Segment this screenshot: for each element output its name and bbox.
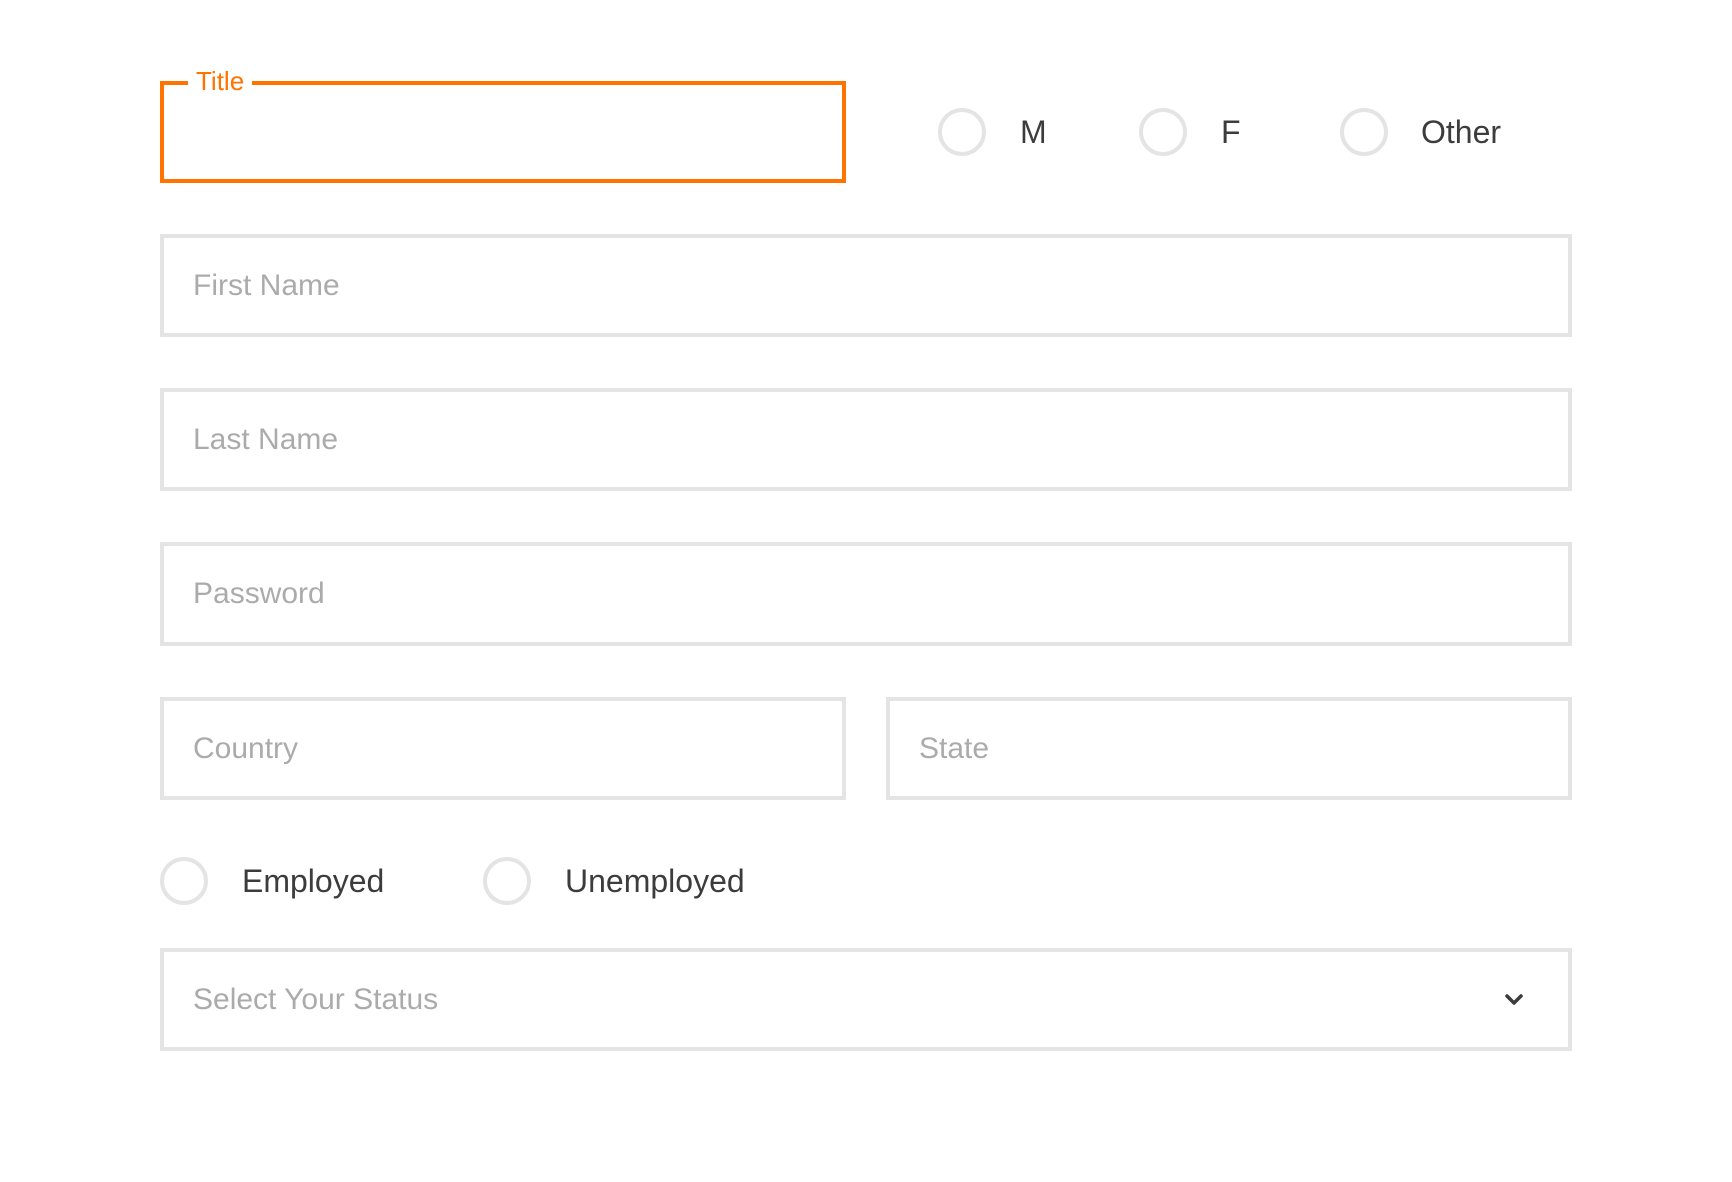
radio-employed[interactable]: Employed [160,857,384,905]
password-field[interactable] [160,542,1572,646]
radio-label: M [1020,113,1047,150]
last-name-field[interactable] [160,388,1572,491]
first-name-field[interactable] [160,234,1572,337]
title-input[interactable] [164,85,842,179]
first-name-input[interactable] [164,238,1568,333]
radio-gender-m[interactable]: M [938,108,1047,156]
state-field[interactable] [886,697,1572,800]
password-input[interactable] [164,546,1568,642]
radio-unemployed[interactable]: Unemployed [483,857,745,905]
chevron-down-icon[interactable] [1504,990,1524,1010]
status-select[interactable]: Select Your Status [160,948,1572,1051]
last-name-input[interactable] [164,392,1568,487]
radio-circle-icon[interactable] [1340,108,1388,156]
radio-label: Employed [242,862,385,899]
radio-gender-other[interactable]: Other [1340,108,1501,156]
status-select-placeholder: Select Your Status [193,983,439,1016]
country-field[interactable] [160,697,846,800]
radio-label: Unemployed [565,862,745,899]
radio-circle-icon[interactable] [938,108,986,156]
radio-circle-icon[interactable] [160,857,208,905]
radio-label: Other [1421,113,1502,150]
radio-circle-icon[interactable] [1139,108,1187,156]
radio-label: F [1221,113,1241,150]
country-input[interactable] [164,701,842,796]
radio-gender-f[interactable]: F [1139,108,1241,156]
state-input[interactable] [890,701,1568,796]
title-field[interactable]: Title [160,63,846,183]
radio-circle-icon[interactable] [483,857,531,905]
